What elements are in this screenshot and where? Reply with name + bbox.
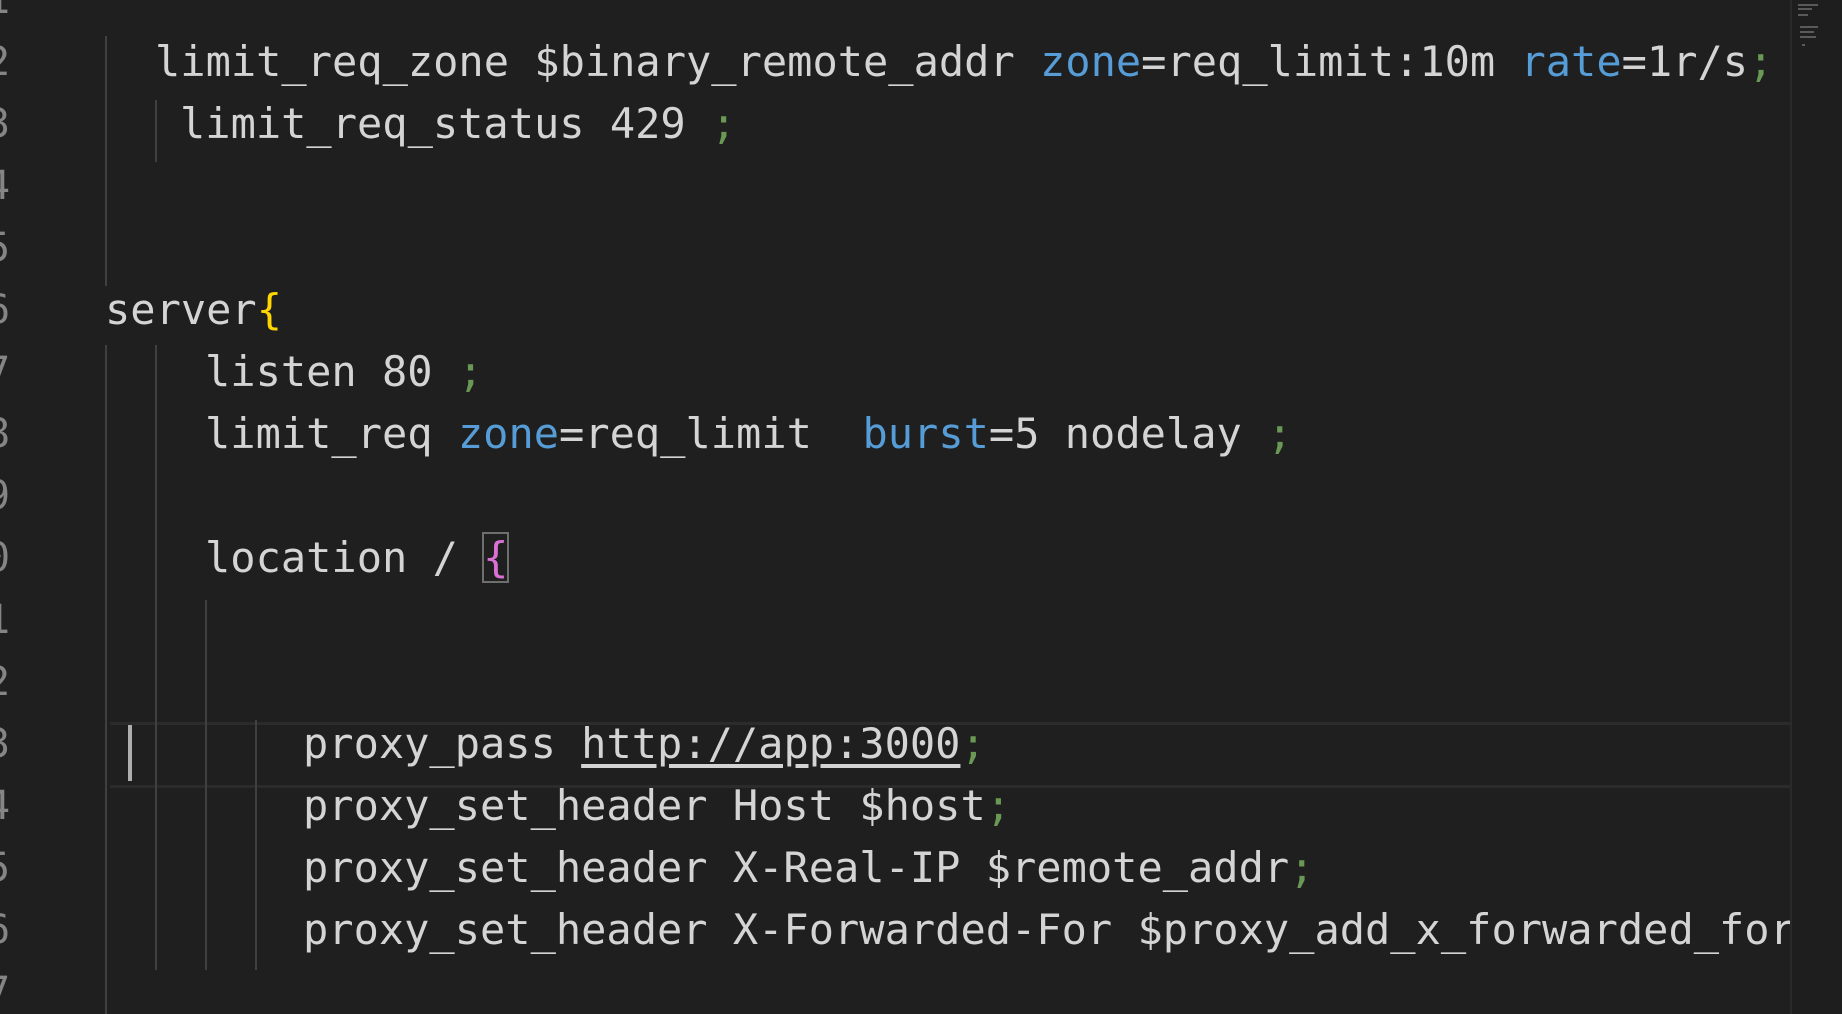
- semicolon-token: ;: [1289, 843, 1315, 892]
- code-line[interactable]: 2 limit_req_zone $binary_remote_addr zone…: [0, 31, 1790, 93]
- code-token: listen 80: [205, 347, 458, 396]
- line-number: 3: [0, 713, 26, 775]
- semicolon-token: ;: [457, 347, 484, 396]
- minimap-line: [1798, 4, 1818, 6]
- line-number: 1: [0, 589, 26, 651]
- code-editor[interactable]: 12limit_req_zone $binary_remote_addr zon…: [0, 0, 1790, 1014]
- line-number: 6: [0, 899, 26, 961]
- keyword-token: rate: [1520, 37, 1622, 86]
- code-token: proxy_set_header X-Forwarded-For $proxy_…: [303, 905, 1790, 954]
- line-code: proxy_set_header X-Forwarded-For $proxy_…: [303, 899, 1790, 961]
- brace-token: {: [482, 532, 510, 583]
- line-number: 1: [0, 0, 26, 31]
- code-line[interactable]: 3 limit_req_status 429 ;: [0, 93, 1790, 155]
- code-token: server: [105, 285, 257, 334]
- code-token: location /: [205, 533, 484, 582]
- code-token: =req_limit:10m: [1141, 37, 1521, 86]
- code-line[interactable]: 6 proxy_set_header X-Forwarded-For $proxy…: [0, 899, 1790, 961]
- line-code: location / {: [205, 527, 510, 589]
- code-token: limit_req_status 429: [180, 99, 712, 148]
- code-line[interactable]: 5 proxy_set_header X-Real-IP $remote_addr…: [0, 837, 1790, 899]
- keyword-token: zone: [1040, 37, 1142, 86]
- line-number: 5: [0, 837, 26, 899]
- line-number: 3: [0, 93, 26, 155]
- line-code: proxy_pass http://app:3000;: [303, 713, 986, 775]
- code-line[interactable]: 7 listen 80 ;: [0, 341, 1790, 403]
- code-token: limit_req: [205, 409, 458, 458]
- url-link[interactable]: http://app:3000: [581, 719, 960, 768]
- line-number: 8: [0, 403, 26, 465]
- minimap-line: [1800, 26, 1818, 28]
- code-line[interactable]: 1: [0, 589, 1790, 651]
- line-code: limit_req zone=req_limit burst=5 nodelay…: [205, 403, 1292, 465]
- line-number: 4: [0, 775, 26, 837]
- line-number: 7: [0, 961, 26, 1014]
- semicolon-token: ;: [960, 719, 986, 768]
- line-code: proxy_set_header Host $host;: [303, 775, 1011, 837]
- semicolon-token: ;: [711, 99, 737, 148]
- minimap-line: [1798, 14, 1808, 16]
- line-number: 9: [0, 465, 26, 527]
- minimap-line: [1800, 36, 1816, 38]
- semicolon-token: ;: [1748, 37, 1774, 86]
- code-line[interactable]: 4 proxy_set_header Host $host;: [0, 775, 1790, 837]
- line-code: limit_req_zone $binary_remote_addr zone=…: [155, 31, 1773, 93]
- line-number: 2: [0, 31, 26, 93]
- code-line[interactable]: 8 limit_req zone=req_limit burst=5 nodela…: [0, 403, 1790, 465]
- line-code: proxy_set_header X-Real-IP $remote_addr;: [303, 837, 1314, 899]
- line-number: 7: [0, 341, 26, 403]
- code-token: limit_req_zone $binary_remote_addr: [155, 37, 1041, 86]
- code-line[interactable]: 7: [0, 961, 1790, 1014]
- line-code: server{: [105, 279, 282, 341]
- code-line[interactable]: 2: [0, 651, 1790, 713]
- semicolon-token: ;: [985, 781, 1012, 830]
- code-line[interactable]: 5: [0, 217, 1790, 279]
- line-number: 4: [0, 155, 26, 217]
- brace-token: {: [256, 285, 283, 334]
- line-number: 0: [0, 527, 26, 589]
- line-number: 2: [0, 651, 26, 713]
- code-token: =req_limit: [559, 409, 863, 458]
- code-token: proxy_set_header Host $host: [303, 781, 986, 830]
- code-line[interactable]: 0 location / {: [0, 527, 1790, 589]
- line-number: 6: [0, 279, 26, 341]
- minimap-line: [1798, 8, 1812, 10]
- code-token: =5 nodelay: [988, 409, 1268, 458]
- code-token: proxy_set_header X-Real-IP $remote_addr: [303, 843, 1290, 892]
- code-line[interactable]: 3 proxy_pass http://app:3000;: [0, 713, 1790, 775]
- code-line[interactable]: 6 server{: [0, 279, 1790, 341]
- semicolon-token: ;: [1267, 409, 1293, 458]
- keyword-token: zone: [457, 409, 560, 458]
- line-number: 5: [0, 217, 26, 279]
- minimap-line: [1802, 44, 1805, 46]
- keyword-token: burst: [862, 409, 989, 458]
- minimap-line: [1800, 31, 1814, 33]
- minimap[interactable]: [1790, 0, 1842, 1014]
- line-code: limit_req_status 429 ;: [180, 93, 736, 155]
- line-code: listen 80 ;: [205, 341, 483, 403]
- code-line[interactable]: 9: [0, 465, 1790, 527]
- code-token: =1r/s: [1621, 37, 1749, 86]
- code-line[interactable]: 1: [0, 0, 1790, 31]
- code-line[interactable]: 4: [0, 155, 1790, 217]
- code-token: proxy_pass: [303, 719, 582, 768]
